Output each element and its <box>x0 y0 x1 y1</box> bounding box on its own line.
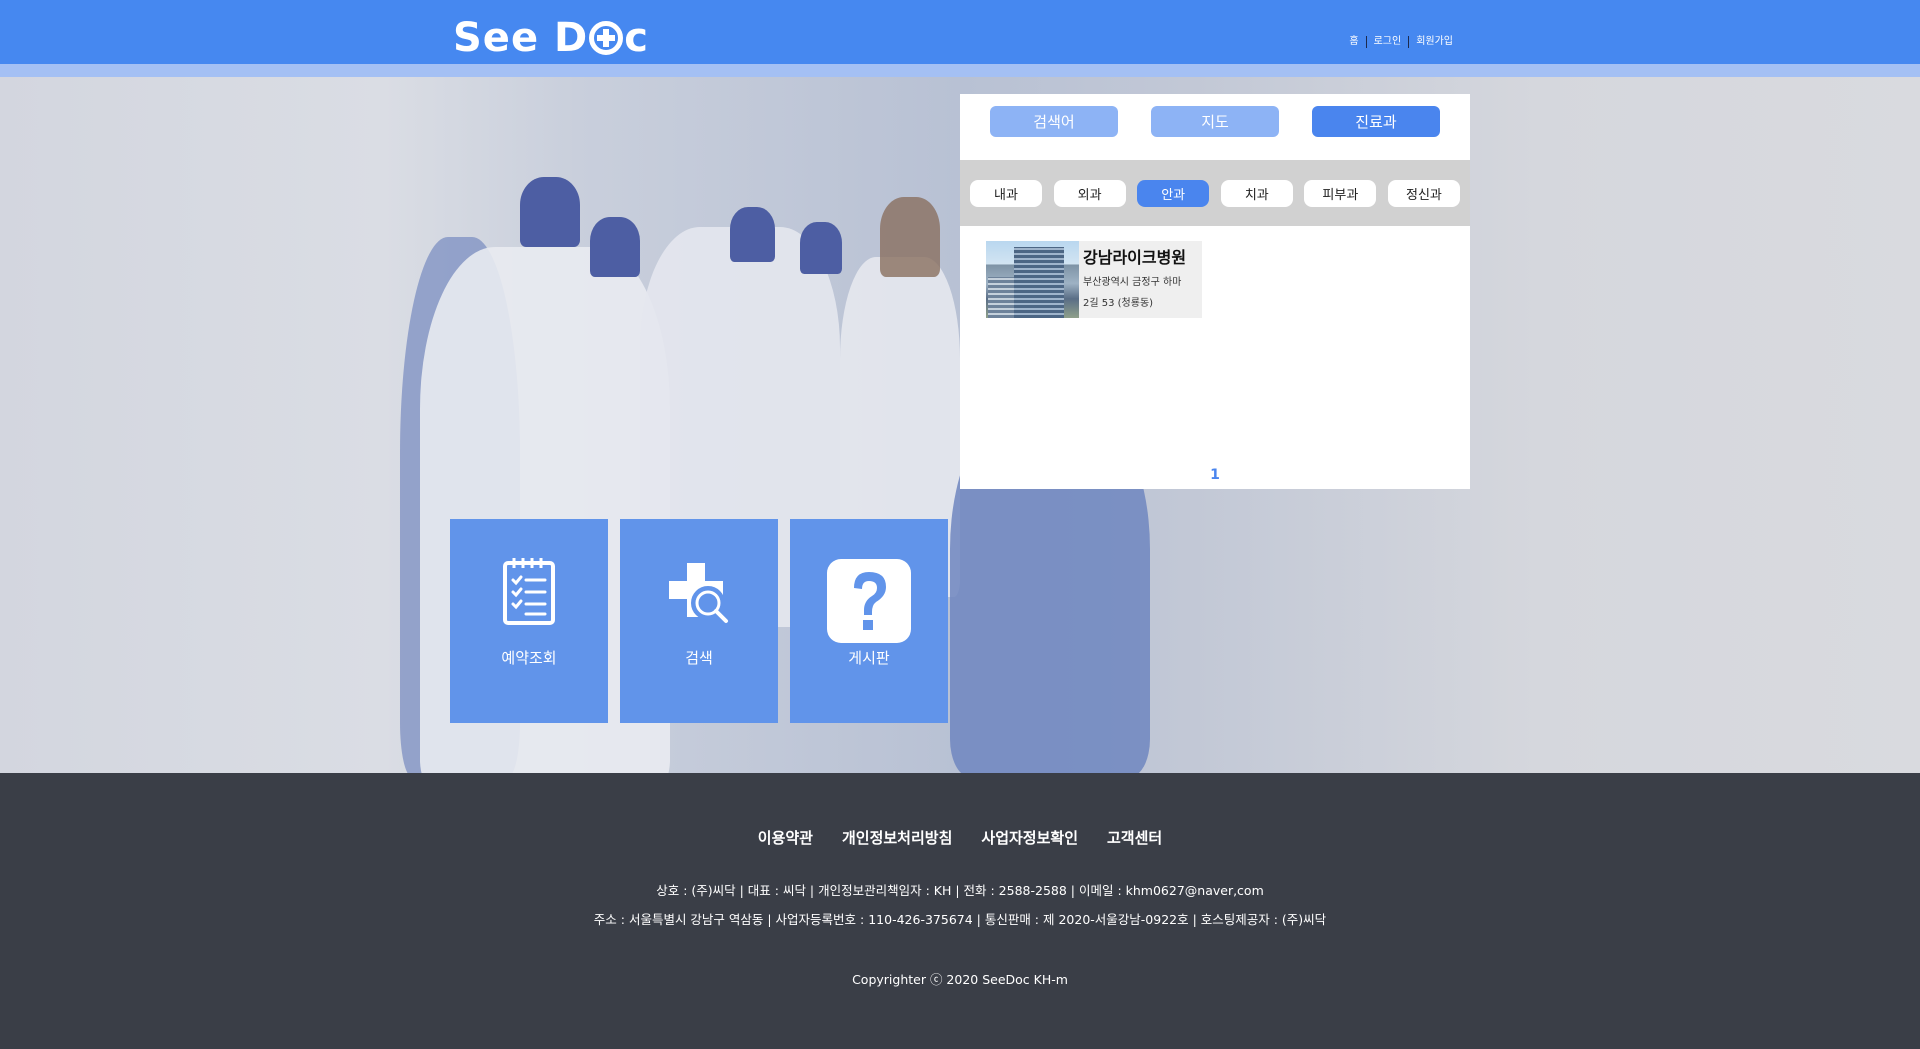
hospital-address-line2: 2길 53 (청룡동) <box>1083 298 1154 309</box>
building-shape <box>988 277 1016 318</box>
footer-address-info: 주소 : 서울특별시 강남구 역삼동 | 사업자등록번호 : 110-426-3… <box>593 912 1327 927</box>
dept-button-dental[interactable]: 치과 <box>1220 179 1293 207</box>
hospital-result-card[interactable]: 강남라이크병원 부산광역시 금정구 하마 2길 53 (청룡동) <box>986 241 1202 318</box>
dept-button-dermatology[interactable]: 피부과 <box>1304 179 1377 207</box>
hospital-name: 강남라이크병원 <box>1083 248 1187 267</box>
doctor-head <box>880 197 940 277</box>
search-tabs: 검색어 지도 진료과 <box>960 94 1470 149</box>
building-shape <box>1014 247 1064 318</box>
footer-company-info: 상호 : (주)씨닥 | 대표 : 씨닥 | 개인정보관리책임자 : KH | … <box>656 883 1264 898</box>
nav-signup-link[interactable]: 회원가입 <box>1409 36 1460 48</box>
dept-button-surgery[interactable]: 외과 <box>1053 179 1126 207</box>
medical-search-icon <box>669 563 728 623</box>
logo-text-right: c <box>624 15 649 61</box>
hospital-address: 부산광역시 금정구 하마 2길 53 (청룡동) <box>1083 272 1198 314</box>
surgical-cap <box>520 177 580 247</box>
hospital-address-line1: 부산광역시 금정구 하마 <box>1083 277 1182 288</box>
footer-link-privacy[interactable]: 개인정보처리방침 <box>842 827 952 848</box>
tile-label: 게시판 <box>848 649 890 667</box>
dept-button-psychiatry[interactable]: 정신과 <box>1387 179 1460 207</box>
dept-button-ophthalmology[interactable]: 안과 <box>1137 179 1210 207</box>
medical-cross-icon <box>589 21 624 55</box>
site-footer: 이용약관 개인정보처리방침 사업자정보확인 고객센터 상호 : (주)씨닥 | … <box>0 773 1920 1049</box>
hospital-info: 강남라이크병원 부산광역시 금정구 하마 2길 53 (청룡동) <box>1079 241 1202 318</box>
tab-map[interactable]: 지도 <box>1151 106 1279 137</box>
footer-copyright: Copyrighter ⓒ 2020 SeeDoc KH-m <box>852 972 1068 987</box>
surgical-cap <box>730 207 775 262</box>
site-logo[interactable]: See D c <box>453 14 649 62</box>
board-tile[interactable]: 게시판 <box>790 519 948 723</box>
site-header: See D c 홈 로그인 회원가입 <box>0 0 1920 64</box>
footer-links: 이용약관 개인정보처리방침 사업자정보확인 고객센터 <box>0 827 1920 848</box>
footer-link-terms[interactable]: 이용약관 <box>758 827 813 848</box>
nav-home-link[interactable]: 홈 <box>1342 36 1365 48</box>
header-strip <box>0 64 1920 77</box>
search-tile[interactable]: 검색 <box>620 519 778 723</box>
pagination-page-1[interactable]: 1 <box>960 467 1470 483</box>
checklist-icon <box>503 558 555 625</box>
tab-department[interactable]: 진료과 <box>1312 106 1440 137</box>
footer-link-customer-center[interactable]: 고객센터 <box>1107 827 1162 848</box>
tile-label: 검색 <box>685 649 713 667</box>
reservation-check-tile[interactable]: 예약조회 <box>450 519 608 723</box>
question-icon <box>827 559 911 643</box>
top-nav: 홈 로그인 회원가입 <box>1342 36 1460 48</box>
hospital-building-image <box>986 241 1079 318</box>
logo-text-left: See D <box>453 15 589 61</box>
surgical-cap <box>590 217 640 277</box>
department-filter-bar: 내과 외과 안과 치과 피부과 정신과 <box>960 160 1470 226</box>
tab-keyword[interactable]: 검색어 <box>990 106 1118 137</box>
search-panel: 검색어 지도 진료과 내과 외과 안과 치과 피부과 정신과 강남라이크병원 부… <box>960 94 1470 489</box>
footer-link-business-info[interactable]: 사업자정보확인 <box>981 827 1078 848</box>
nav-login-link[interactable]: 로그인 <box>1367 36 1409 48</box>
dept-button-internal[interactable]: 내과 <box>970 179 1042 207</box>
surgical-cap <box>800 222 842 274</box>
tile-label: 예약조회 <box>501 649 557 667</box>
